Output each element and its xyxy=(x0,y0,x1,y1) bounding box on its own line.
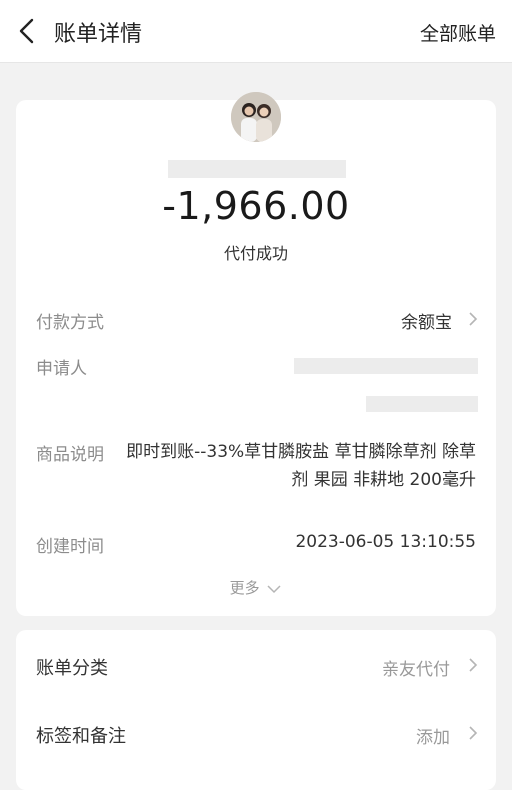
chevron-right-icon xyxy=(469,312,478,326)
tags-notes-value: 添加 xyxy=(416,728,450,748)
product-description-label: 商品说明 xyxy=(36,445,104,465)
product-description-value: 即时到账--33%草甘膦胺盐 草甘膦除草剂 除草剂 果园 非耕地 200毫升 xyxy=(126,442,476,490)
redacted-applicant-account xyxy=(366,396,478,412)
bill-category-value: 亲友代付 xyxy=(382,660,450,680)
bill-category-label: 账单分类 xyxy=(36,658,108,679)
created-time-value: 2023-06-05 13:10:55 xyxy=(295,532,476,552)
back-arrow-icon xyxy=(19,18,34,44)
redacted-applicant-name xyxy=(294,358,478,374)
payment-method-label: 付款方式 xyxy=(36,313,104,333)
top-bar: 账单详情 全部账单 xyxy=(0,0,512,63)
payment-status: 代付成功 xyxy=(223,244,288,263)
avatar xyxy=(231,92,281,142)
amount: -1,966.00 xyxy=(162,184,350,228)
more-label: 更多 xyxy=(229,579,260,597)
bill-detail-card: -1,966.00 代付成功 付款方式 余额宝 申请人 商品说明 即时到账--3… xyxy=(16,92,496,616)
bill-category-card: 账单分类 亲友代付 标签和备注 添加 xyxy=(16,630,496,790)
tags-notes-label: 标签和备注 xyxy=(36,726,126,747)
applicant-label: 申请人 xyxy=(36,359,87,379)
chevron-down-icon xyxy=(267,584,281,593)
created-time-label: 创建时间 xyxy=(36,537,104,557)
back-button[interactable] xyxy=(14,17,42,45)
chevron-right-icon xyxy=(469,726,478,740)
payment-method-value: 余额宝 xyxy=(401,313,452,333)
more-button[interactable]: 更多 xyxy=(16,577,496,598)
page-title: 账单详情 xyxy=(54,22,143,47)
redacted-merchant-name xyxy=(168,160,346,178)
all-bills-link[interactable]: 全部账单 xyxy=(420,19,496,46)
chevron-right-icon xyxy=(469,658,478,672)
